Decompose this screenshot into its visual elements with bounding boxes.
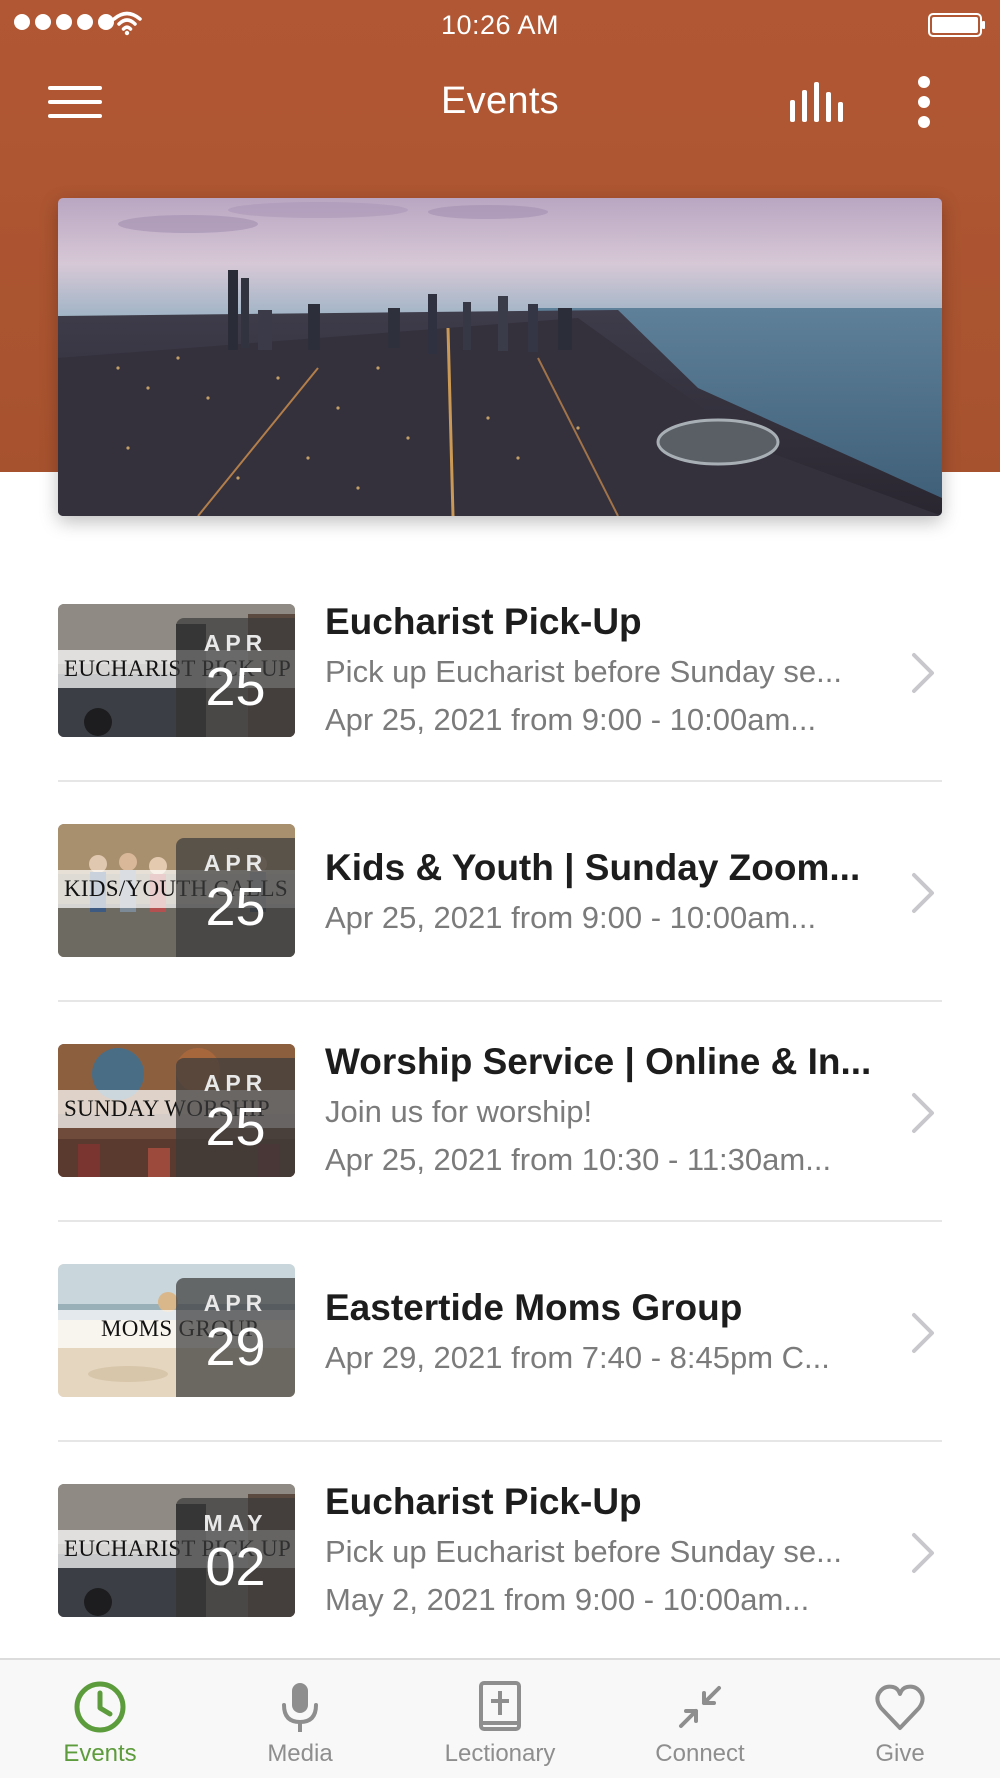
chevron-right-icon (912, 1533, 934, 1573)
event-thumbnail: MOMS GROUP APR 29 (58, 1264, 295, 1397)
microphone-icon (282, 1683, 318, 1732)
event-title: Worship Service | Online & In... (325, 1041, 872, 1082)
tab-events[interactable]: Events (0, 1660, 200, 1778)
event-text: Eucharist Pick-Up Pick up Eucharist befo… (325, 600, 905, 740)
event-item[interactable]: SUNDAY WORSHIP APR 25 Worship Service | … (58, 1002, 942, 1222)
date-month: APR (203, 1070, 268, 1096)
event-text: Worship Service | Online & In... Join us… (325, 1040, 905, 1180)
chevron-right-icon (912, 873, 934, 913)
tab-connect[interactable]: Connect (600, 1660, 800, 1778)
event-datetime: Apr 25, 2021 from 9:00 - 10:00am... (325, 900, 817, 935)
date-badge: APR 29 (176, 1278, 295, 1397)
date-month: APR (203, 850, 268, 876)
event-item[interactable]: KIDS/YOUTH CALLS APR 25 Kids & Youth | S… (58, 782, 942, 1002)
event-title: Eucharist Pick-Up (325, 1481, 642, 1522)
event-item[interactable]: EUCHARIST PICK UP MAY 02 Eucharist Pick-… (58, 1442, 942, 1662)
event-thumbnail: EUCHARIST PICK UP APR 25 (58, 604, 295, 737)
banner-city-skyline-image (58, 198, 942, 516)
event-thumbnail: KIDS/YOUTH CALLS APR 25 (58, 824, 295, 957)
event-text: Eastertide Moms Group Apr 29, 2021 from … (325, 1286, 905, 1378)
date-badge: APR 25 (176, 618, 295, 737)
event-description: Join us for worship! (325, 1094, 593, 1129)
battery-icon (928, 13, 985, 37)
event-thumbnail: EUCHARIST PICK UP MAY 02 (58, 1484, 295, 1617)
date-day: 02 (205, 1537, 266, 1597)
tab-lectionary[interactable]: Lectionary (400, 1660, 600, 1778)
tab-label: Events (63, 1740, 137, 1767)
more-options-icon[interactable] (910, 74, 938, 130)
tab-label: Media (267, 1740, 333, 1767)
event-datetime: May 2, 2021 from 9:00 - 10:00am... (325, 1582, 810, 1617)
event-datetime: Apr 25, 2021 from 10:30 - 11:30am... (325, 1142, 832, 1177)
bottom-tab-bar: Events Media Lectionary Connect Give (0, 1658, 1000, 1778)
navigation-bar: Events (0, 62, 1000, 142)
book-icon (479, 1681, 521, 1731)
event-datetime: Apr 29, 2021 from 7:40 - 8:45pm C... (325, 1340, 830, 1375)
event-text: Eucharist Pick-Up Pick up Eucharist befo… (325, 1480, 905, 1620)
clock-icon (74, 1681, 126, 1733)
tab-media[interactable]: Media (200, 1660, 400, 1778)
chevron-right-icon (912, 1313, 934, 1353)
date-day: 25 (205, 1097, 266, 1157)
event-list: EUCHARIST PICK UP APR 25 Eucharist Pick-… (0, 562, 1000, 1662)
date-month: APR (203, 630, 268, 656)
event-title: Kids & Youth | Sunday Zoom... (325, 847, 861, 888)
event-title: Eucharist Pick-Up (325, 601, 642, 642)
page-title: Events (441, 80, 559, 122)
heart-icon (875, 1684, 925, 1730)
event-description: Pick up Eucharist before Sunday se... (325, 1534, 842, 1569)
event-datetime: Apr 25, 2021 from 9:00 - 10:00am... (325, 702, 817, 737)
event-item[interactable]: EUCHARIST PICK UP APR 25 Eucharist Pick-… (58, 562, 942, 782)
date-day: 29 (205, 1317, 266, 1377)
date-day: 25 (205, 657, 266, 717)
chevron-right-icon (912, 653, 934, 693)
status-time: 10:26 AM (440, 10, 560, 40)
tab-label: Give (875, 1740, 925, 1767)
tab-label: Lectionary (444, 1740, 556, 1767)
chevron-right-icon (912, 1093, 934, 1133)
date-month: APR (203, 1290, 268, 1316)
audio-bars-icon[interactable] (788, 80, 846, 124)
date-day: 25 (205, 877, 266, 937)
event-thumbnail: SUNDAY WORSHIP APR 25 (58, 1044, 295, 1177)
date-badge: MAY 02 (176, 1498, 295, 1617)
tab-give[interactable]: Give (800, 1660, 1000, 1778)
event-title: Eastertide Moms Group (325, 1287, 743, 1328)
status-bar: 10:26 AM (0, 0, 1000, 50)
event-text: Kids & Youth | Sunday Zoom... Apr 25, 20… (325, 846, 905, 938)
event-item[interactable]: MOMS GROUP APR 29 Eastertide Moms Group … (58, 1222, 942, 1442)
date-badge: APR 25 (176, 838, 295, 957)
date-badge: APR 25 (176, 1058, 295, 1177)
event-description: Pick up Eucharist before Sunday se... (325, 654, 842, 689)
connect-arrows-icon (679, 1686, 721, 1728)
tab-label: Connect (655, 1740, 745, 1767)
date-month: MAY (203, 1510, 268, 1536)
